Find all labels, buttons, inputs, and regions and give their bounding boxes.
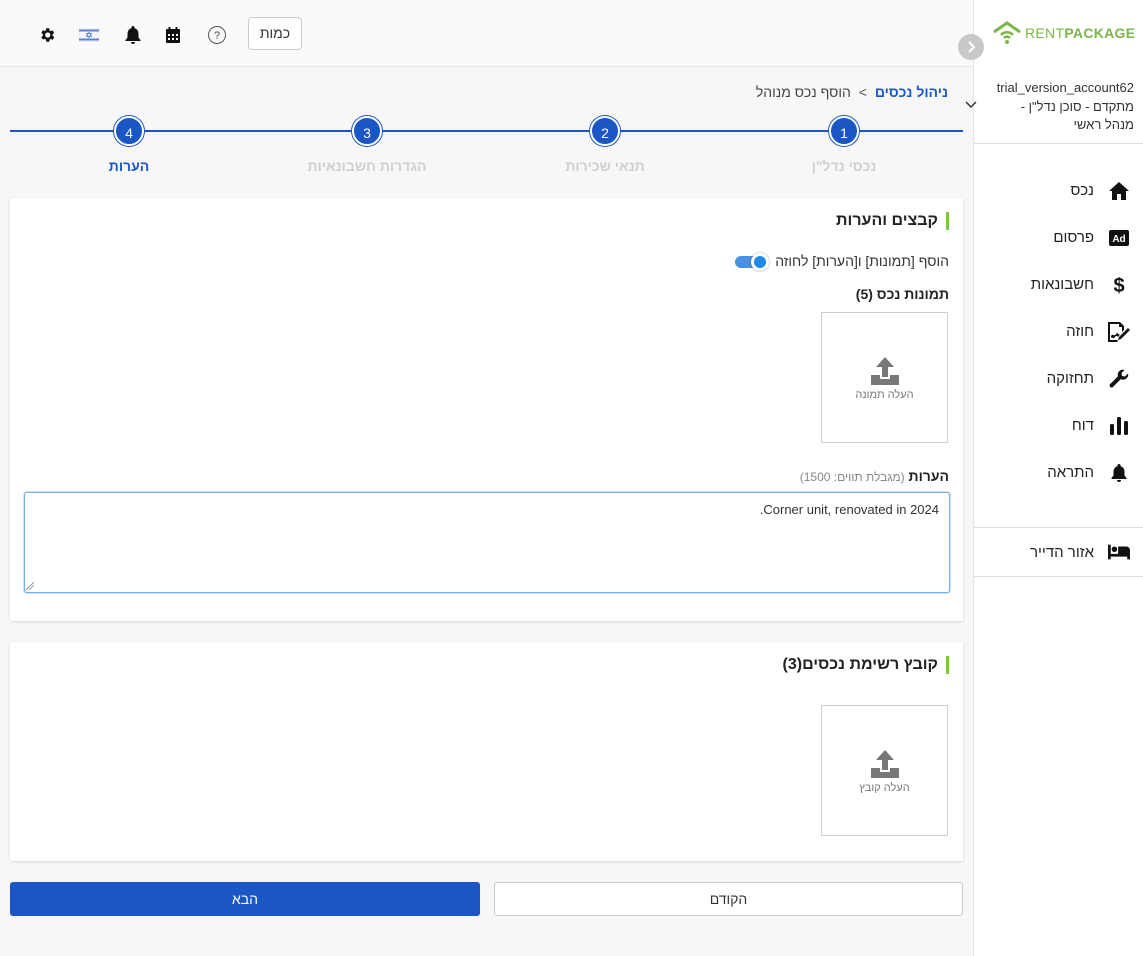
sidebar-item-label: חוזה [1066, 323, 1094, 340]
bell-icon [1108, 462, 1130, 484]
sidebar: RENTPACKAGE trial_version_account62 מתקד… [958, 0, 1143, 956]
top-bar: ? כמות [0, 0, 973, 67]
ad-icon: Ad [1108, 227, 1130, 249]
sidebar-item-alert[interactable]: התראה [974, 449, 1143, 496]
step-number[interactable]: 1 [829, 116, 859, 146]
chevron-right-icon [968, 41, 976, 53]
bed-icon [1108, 541, 1130, 563]
logo-house-wifi-icon [992, 20, 1022, 46]
wrench-icon [1108, 368, 1130, 390]
dollar-icon: $ [1108, 274, 1130, 296]
logo-row: RENTPACKAGE [958, 14, 1143, 60]
notes-char-limit: (מגבלת תווים: 1500) [799, 470, 905, 484]
step-label: נכסי נדל"ן [811, 158, 877, 174]
sidebar-item-label: חשבונאות [1030, 276, 1094, 293]
breadcrumb-current: הוסף נכס מנוהל [755, 84, 851, 100]
toggle-knob [751, 253, 770, 271]
notes-textarea[interactable]: Corner unit, renovated in 2024. [24, 492, 950, 593]
next-button[interactable]: הבא [10, 882, 480, 916]
upload-photo-text: העלה תמונה [855, 388, 914, 401]
help-icon[interactable]: ? [206, 24, 228, 46]
sidebar-item-property[interactable]: נכס [974, 167, 1143, 214]
step-1[interactable]: 1 נכסי נדל"ן [764, 116, 924, 174]
contract-icon [1108, 321, 1130, 343]
sidebar-item-label: התראה [1047, 464, 1094, 481]
svg-text:?: ? [214, 30, 220, 42]
sidebar-item-maintenance[interactable]: תחזוקה [974, 355, 1143, 402]
sidebar-item-advertising[interactable]: פרסום Ad [974, 214, 1143, 261]
app-logo[interactable]: RENTPACKAGE [992, 20, 1135, 46]
sidebar-item-label: אזור הדייר [1030, 543, 1094, 561]
collapse-sidebar-button[interactable] [958, 34, 984, 60]
step-number[interactable]: 3 [352, 116, 382, 146]
sidebar-item-contract[interactable]: חוזה [974, 308, 1143, 355]
account-switcher[interactable]: trial_version_account62 מתקדם - סוכן נדל… [965, 72, 1143, 144]
step-label: הערות [108, 158, 150, 174]
sidebar-item-label: נכס [1070, 182, 1094, 199]
step-4[interactable]: 4 הערות [49, 116, 209, 174]
breadcrumb: ניהול נכסים > הוסף נכס מנוהל [756, 84, 948, 100]
sidebar-item-report[interactable]: דוח [974, 402, 1143, 449]
sidebar-item-accounting[interactable]: חשבונאות $ [974, 261, 1143, 308]
sidebar-item-label: פרסום [1053, 229, 1094, 246]
section-title: קובץ רשימת נכסים(3) [783, 656, 949, 674]
logo-text: RENTPACKAGE [1025, 25, 1135, 41]
toggle-label: הוסף [תמונות] ו[הערות] לחוזה [775, 253, 949, 269]
breadcrumb-separator: > [858, 84, 867, 100]
step-label: תנאי שכירות [565, 158, 645, 174]
upload-file-text: העלה קובץ [859, 781, 910, 794]
tenant-area-section: אזור הדייר [974, 527, 1143, 577]
home-icon [1108, 180, 1130, 202]
chevron-down-icon [965, 101, 977, 109]
logo-text-rent: RENT [1025, 25, 1065, 41]
resize-handle-icon[interactable] [26, 582, 34, 590]
israel-flag-icon[interactable] [78, 24, 100, 46]
step-number[interactable]: 4 [114, 116, 144, 146]
add-to-contract-toggle-row: הוסף [תמונות] ו[הערות] לחוזה [735, 253, 949, 271]
logo-text-package: PACKAGE [1064, 25, 1136, 41]
property-list-file-card: קובץ רשימת נכסים(3) העלה קובץ [10, 642, 963, 861]
property-photos-label: תמונות נכס (5) [855, 286, 949, 302]
notes-label-text: הערות [908, 468, 949, 484]
account-role: מתקדם - סוכן נדל"ן - מנהל ראשי [1020, 99, 1134, 132]
calendar-icon[interactable] [162, 24, 184, 46]
step-number[interactable]: 2 [590, 116, 620, 146]
notification-bell-icon[interactable] [122, 24, 144, 46]
upload-file-button[interactable]: העלה קובץ [821, 705, 948, 836]
previous-button[interactable]: הקודם [494, 882, 963, 916]
breadcrumb-link-property-management[interactable]: ניהול נכסים [875, 84, 948, 100]
sidebar-nav: נכס פרסום Ad חשבונאות $ חוזה תחזוקה דוח … [974, 167, 1143, 496]
upload-icon [870, 356, 899, 385]
section-title: קבצים והערות [836, 212, 949, 230]
upload-icon [870, 749, 899, 778]
notes-label: הערות (מגבלת תווים: 1500) [800, 468, 949, 484]
settings-gear-icon[interactable] [36, 24, 58, 46]
sidebar-item-tenant-area[interactable]: אזור הדייר [974, 528, 1143, 576]
sidebar-item-label: דוח [1071, 417, 1094, 434]
step-3[interactable]: 3 הגדרות חשבונאיות [287, 116, 447, 174]
files-notes-card: קבצים והערות הוסף [תמונות] ו[הערות] לחוז… [10, 198, 963, 621]
upload-photo-button[interactable]: העלה תמונה [821, 312, 948, 443]
account-name: trial_version_account62 [996, 80, 1134, 95]
wizard-stepper: 1 נכסי נדל"ן 2 תנאי שכירות 3 הגדרות חשבו… [10, 116, 963, 176]
quantity-button[interactable]: כמות [248, 17, 302, 50]
svg-text:Ad: Ad [1112, 234, 1125, 245]
sidebar-item-label: תחזוקה [1046, 370, 1094, 387]
bar-chart-icon [1108, 415, 1130, 437]
step-2[interactable]: 2 תנאי שכירות [525, 116, 685, 174]
step-label: הגדרות חשבונאיות [307, 158, 427, 174]
add-to-contract-toggle[interactable] [735, 253, 770, 271]
svg-text:$: $ [1113, 275, 1124, 295]
